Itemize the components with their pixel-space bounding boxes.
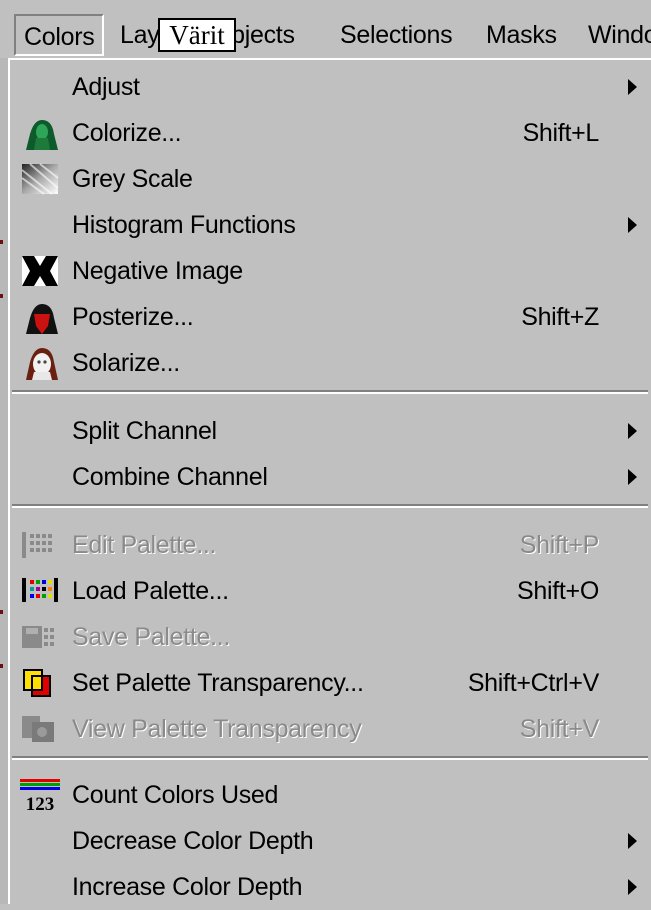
menu-item-label: Split Channel	[72, 417, 217, 445]
submenu-arrow-icon	[628, 79, 637, 95]
negative-image-icon	[20, 254, 60, 288]
menu-selections[interactable]: Selections	[332, 14, 460, 56]
menu-item-histogram-functions[interactable]: Histogram Functions	[10, 204, 651, 248]
menu-item-label: Save Palette...	[72, 623, 231, 651]
background-window-edge	[0, 58, 8, 904]
menu-item-combine-channel[interactable]: Combine Channel	[10, 456, 651, 500]
menu-item-posterize[interactable]: Posterize... Shift+Z	[10, 296, 651, 340]
menu-item-split-channel[interactable]: Split Channel	[10, 410, 651, 454]
menu-separator	[12, 390, 648, 394]
menu-item-shortcut: Shift+O	[517, 577, 599, 605]
menu-item-label: View Palette Transparency	[72, 715, 362, 743]
set-palette-transparency-icon	[20, 666, 60, 700]
menu-layers[interactable]: Layers	[112, 14, 162, 56]
solarize-icon	[20, 346, 60, 380]
translation-overlay-label: Värit	[158, 18, 236, 52]
menu-item-shortcut: Shift+P	[519, 531, 600, 559]
save-palette-icon	[20, 620, 60, 654]
menu-objects-wrap: Objects	[230, 14, 320, 56]
menu-item-shortcut: Shift+Ctrl+V	[467, 669, 599, 697]
menu-bar: Colors Layers Objects Selections Masks W…	[0, 0, 651, 62]
count-colors-icon-text: 123	[26, 794, 55, 812]
menu-item-view-palette-transparency: View Palette Transparency Shift+V	[10, 708, 651, 752]
menu-item-count-colors-used[interactable]: 123 Count Colors Used	[10, 774, 651, 818]
menu-separator	[12, 756, 648, 760]
menu-item-label: Solarize...	[72, 349, 180, 377]
menu-item-decrease-color-depth[interactable]: Decrease Color Depth	[10, 820, 651, 864]
submenu-arrow-icon	[628, 833, 637, 849]
menu-item-label: Count Colors Used	[72, 781, 279, 809]
menu-layers-wrap: Layers	[112, 14, 162, 56]
menu-item-label: Posterize...	[72, 303, 194, 331]
menu-item-label: Colorize...	[72, 119, 182, 147]
menu-item-label: Load Palette...	[72, 577, 229, 605]
menu-item-label: Edit Palette...	[72, 531, 217, 559]
view-palette-transparency-icon	[20, 712, 60, 746]
count-colors-icon: 123	[20, 778, 60, 815]
posterize-icon	[20, 300, 60, 334]
menu-item-load-palette[interactable]: Load Palette... Shift+O	[10, 570, 651, 614]
menu-item-grey-scale[interactable]: Grey Scale	[10, 158, 651, 202]
menu-item-save-palette: Save Palette...	[10, 616, 651, 660]
menu-item-shortcut: Shift+V	[519, 715, 600, 743]
submenu-arrow-icon	[628, 217, 637, 233]
menu-item-label: Grey Scale	[72, 165, 193, 193]
menu-masks[interactable]: Masks	[478, 14, 565, 56]
menu-item-solarize[interactable]: Solarize...	[10, 342, 651, 386]
menu-item-label: Adjust	[72, 73, 140, 101]
colorize-icon	[20, 116, 60, 150]
menu-item-label: Negative Image	[72, 257, 243, 285]
menu-colors[interactable]: Colors	[14, 14, 105, 56]
menu-item-adjust[interactable]: Adjust	[10, 66, 651, 110]
menu-objects[interactable]: Objects	[230, 14, 303, 56]
submenu-arrow-icon	[628, 469, 637, 485]
menu-item-label: Increase Color Depth	[72, 873, 303, 901]
menu-separator	[12, 504, 648, 508]
menu-item-edit-palette: Edit Palette... Shift+P	[10, 524, 651, 568]
menu-item-shortcut: Shift+Z	[521, 303, 599, 331]
menu-item-increase-color-depth[interactable]: Increase Color Depth	[10, 866, 651, 910]
load-palette-icon	[20, 574, 60, 608]
menu-window[interactable]: Window	[580, 14, 651, 56]
submenu-arrow-icon	[628, 879, 637, 895]
menu-item-label: Combine Channel	[72, 463, 268, 491]
menu-item-label: Decrease Color Depth	[72, 827, 314, 855]
menu-item-colorize[interactable]: Colorize... Shift+L	[10, 112, 651, 156]
submenu-arrow-icon	[628, 423, 637, 439]
grey-scale-icon	[20, 162, 60, 196]
menu-item-label: Set Palette Transparency...	[72, 669, 364, 697]
menu-item-negative-image[interactable]: Negative Image	[10, 250, 651, 294]
edit-palette-icon	[20, 528, 60, 562]
menu-item-set-palette-transparency[interactable]: Set Palette Transparency... Shift+Ctrl+V	[10, 662, 651, 706]
menu-item-shortcut: Shift+L	[522, 119, 600, 147]
menu-item-label: Histogram Functions	[72, 211, 296, 239]
colors-dropdown-menu: Adjust Colorize... Shift+L Grey Scale Hi…	[8, 58, 651, 904]
